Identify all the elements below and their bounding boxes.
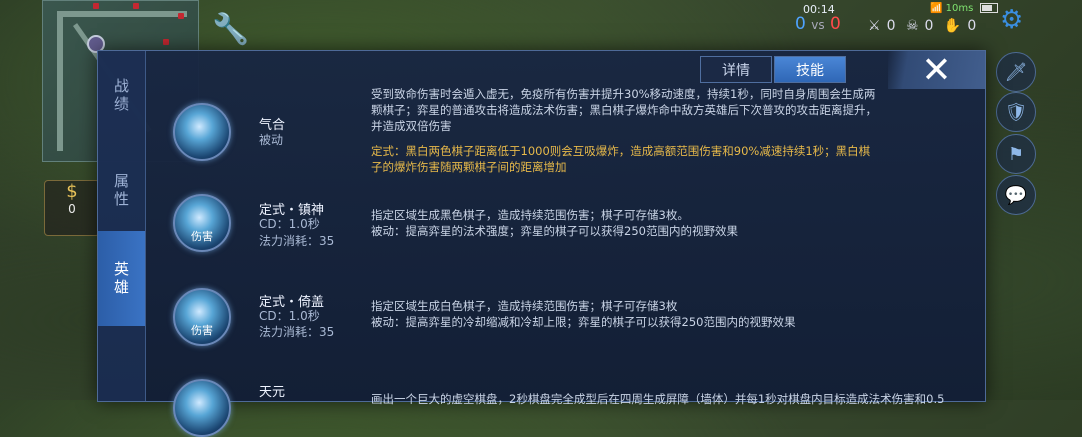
assists-icon: ✋ (943, 18, 962, 34)
red-score: 0 (830, 14, 841, 34)
tab-details[interactable]: 详情 (700, 56, 772, 83)
minimap-tower (163, 39, 169, 45)
gear-icon[interactable]: ⚙ (1000, 5, 1023, 35)
kills-icon: ⚔ (868, 18, 881, 34)
skill-type: 被动 (259, 133, 284, 147)
skill-description: 受到致命伤害时会遁入虚无，免疫所有伤害并提升30%移动速度，持续1秒，同时自身周… (371, 87, 877, 133)
skill-cd: CD：1.0秒 (259, 217, 320, 231)
sword-icon[interactable]: 🗡 (996, 52, 1036, 92)
minimap-lane (57, 11, 187, 17)
gold-amount: 0 (68, 202, 76, 216)
skill-passive-icon[interactable] (173, 103, 231, 161)
minimap-lane (57, 11, 63, 151)
assists-count: 0 (967, 18, 977, 34)
kda-stats: ⚔ 0 ☠ 0 ✋ 0 (868, 18, 982, 34)
score-vs: vs (811, 18, 825, 32)
skill-icon-label: 伤害 (191, 324, 213, 337)
close-icon: ✕ (921, 49, 952, 91)
minimap-tower (178, 13, 184, 19)
skill-description: 指定区域生成白色棋子，造成持续范围伤害；棋子可存储3枚 被动：提高弈星的冷却缩减… (371, 299, 796, 329)
skill-description: 画出一个巨大的虚空棋盘，2秒棋盘完全成型后在四周生成屏障（墙体）并每1秒对棋盘内… (371, 392, 945, 406)
side-tab-hero[interactable]: 英雄 (98, 231, 145, 326)
skill-ultimate-icon[interactable] (173, 379, 231, 437)
skill-cd: CD：1.0秒 (259, 309, 320, 323)
hero-info-panel: 战绩 属性 英雄 详情 技能 ✕ 气合 被动 受到致命伤害时会遁入虚无，免疫所有… (97, 49, 986, 437)
shop-button[interactable]: $ 0 (44, 180, 100, 236)
blue-score: 0 (795, 14, 806, 34)
skill-icon-label: 伤害 (191, 230, 213, 243)
minimap-tower (93, 3, 99, 9)
skill-description-gold: 定式：黑白两色棋子距离低于1000则会互吸爆炸，造成高额范围伤害和90%减速持续… (371, 144, 871, 174)
team-score: 0 vs 0 (795, 14, 841, 34)
wifi-icon: 📶 (930, 3, 943, 14)
skill-1-icon[interactable]: 伤害 (173, 194, 231, 252)
tab-skills[interactable]: 技能 (774, 56, 846, 83)
flag-icon[interactable]: ⚑ (996, 134, 1036, 174)
side-tab-stats[interactable]: 战绩 (98, 51, 145, 141)
system-status: 📶 10ms (930, 3, 998, 14)
money-bag-icon: $ (66, 181, 78, 202)
side-tab-bar: 战绩 属性 英雄 (98, 51, 146, 401)
close-button[interactable]: ✕ (888, 49, 985, 91)
minimap-tower (133, 3, 139, 9)
deaths-icon: ☠ (905, 18, 919, 34)
chat-icon[interactable]: 💬 (996, 175, 1036, 215)
kills-count: 0 (886, 18, 896, 34)
latency: 10ms (945, 3, 974, 14)
skill-mana-cost: 法力消耗：35 (259, 234, 335, 248)
deaths-count: 0 (924, 18, 934, 34)
skill-name: 天元 (259, 385, 286, 400)
skill-mana-cost: 法力消耗：35 (259, 325, 335, 339)
skill-description: 指定区域生成黑色棋子，造成持续范围伤害；棋子可存储3枚。 被动：提高弈星的法术强… (371, 208, 738, 238)
shield-icon[interactable]: 🛡 (996, 92, 1036, 132)
battery-icon (979, 3, 998, 13)
skill-2-icon[interactable]: 伤害 (173, 288, 231, 346)
side-tab-attributes[interactable]: 属性 (98, 146, 145, 236)
wrench-icon[interactable]: 🔧 (212, 12, 249, 47)
